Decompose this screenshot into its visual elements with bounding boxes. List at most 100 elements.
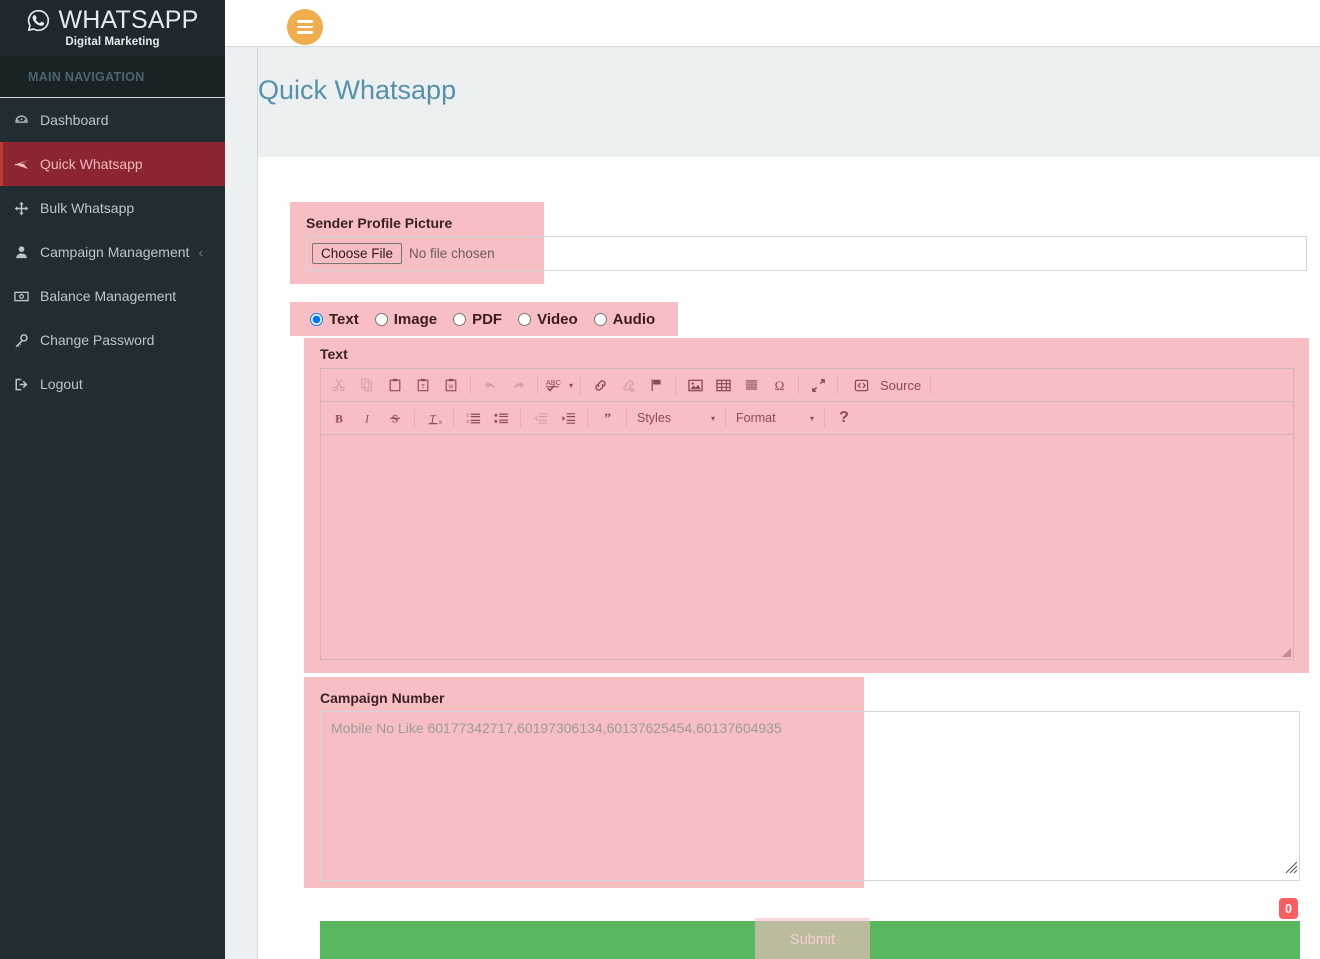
toolbar-separator <box>470 376 471 394</box>
media-type-radio-audio[interactable] <box>593 312 607 326</box>
outdent-icon[interactable] <box>527 406 553 430</box>
paste-icon[interactable] <box>382 373 408 397</box>
media-type-label: Image <box>393 310 438 328</box>
spell-check-icon[interactable]: ABC ▾ <box>544 373 574 397</box>
indent-icon[interactable] <box>555 406 581 430</box>
media-type-radio-video[interactable] <box>518 312 532 326</box>
source-icon[interactable] <box>848 373 874 397</box>
chevron-down-icon[interactable]: ▾ <box>711 414 715 423</box>
text-editor-label: Text <box>320 346 348 362</box>
brand-subtitle: Digital Marketing <box>65 36 160 48</box>
styles-dropdown[interactable]: Styles ▾ <box>632 407 720 429</box>
money-icon <box>14 289 40 304</box>
choose-file-button[interactable]: Choose File <box>312 243 403 264</box>
toolbar-separator <box>453 409 454 427</box>
whatsapp-icon <box>26 8 51 33</box>
unlink-icon[interactable] <box>615 373 641 397</box>
sender-picture-file-input[interactable]: Choose File No file chosen <box>306 236 1307 271</box>
text-editor-section: Text T W ABC ▾ Ω Source B I S Tx 1 2” Styles ▾ Format… <box>306 338 1307 673</box>
media-type-radio-pdf[interactable] <box>453 312 467 326</box>
chevron-left-icon[interactable]: ‹ <box>199 245 213 260</box>
user-icon <box>14 245 40 260</box>
help-icon[interactable]: ? <box>831 406 857 430</box>
submit-button[interactable]: Submit <box>755 918 870 959</box>
bulleted-list-icon[interactable] <box>488 406 514 430</box>
counter-badge: 0 <box>1279 898 1298 919</box>
sidebar-item-campaign-management[interactable]: Campaign Management ‹ <box>0 230 225 274</box>
toolbar-separator <box>537 376 538 394</box>
table-icon[interactable] <box>710 373 736 397</box>
sidebar-item-quick-whatsapp[interactable]: Quick Whatsapp <box>0 142 225 186</box>
sidebar-item-label: Quick Whatsapp <box>40 156 143 172</box>
toolbar-separator <box>930 376 932 394</box>
toolbar-separator <box>824 409 825 427</box>
sidebar-item-label: Campaign Management <box>40 244 190 260</box>
media-type-radio-text[interactable] <box>310 312 323 326</box>
sidebar-item-change-password[interactable]: Change Password <box>0 318 225 362</box>
brand-logo[interactable]: WHATSAPP Digital Marketing <box>0 0 225 57</box>
media-type-option-text[interactable]: Text <box>310 311 359 328</box>
chevron-down-icon[interactable]: ▾ <box>810 414 814 423</box>
hamburger-icon[interactable] <box>287 9 323 45</box>
sidebar-item-label: Balance Management <box>40 288 177 304</box>
campaign-number-input[interactable] <box>320 711 1300 881</box>
topbar <box>225 0 1320 47</box>
sidebar-item-label: Change Password <box>40 332 155 348</box>
ckeditor-body[interactable] <box>321 435 1293 659</box>
media-type-radio-image[interactable] <box>374 312 388 326</box>
media-type-label: Audio <box>612 310 656 328</box>
media-type-option-video[interactable]: Video <box>518 311 578 328</box>
numbered-list-icon[interactable]: 12 <box>460 406 486 430</box>
sidebar-item-dashboard[interactable]: Dashboard <box>0 98 225 142</box>
remove-format-icon[interactable]: Tx <box>421 406 447 430</box>
maximize-icon[interactable] <box>805 373 831 397</box>
redo-icon[interactable] <box>505 373 531 397</box>
strikethrough-icon[interactable]: S <box>382 406 408 430</box>
brand-name: WHATSAPP <box>58 6 199 34</box>
chevron-down-icon[interactable]: ▾ <box>569 381 573 390</box>
link-icon[interactable] <box>587 373 613 397</box>
ckeditor: T W ABC ▾ Ω Source B I S Tx 1 2” Styles ▾ Format ▾? <box>320 368 1294 660</box>
source-label: Source <box>880 377 922 393</box>
brand-line: WHATSAPP <box>26 8 198 33</box>
media-type-option-pdf[interactable]: PDF <box>453 311 502 328</box>
media-type-label: Text <box>329 310 359 328</box>
special-char-icon[interactable]: Ω <box>766 373 792 397</box>
form-card: Sender Profile Picture Choose File No fi… <box>258 157 1320 959</box>
cut-icon[interactable] <box>326 373 352 397</box>
sidebar-nav: Dashboard Quick Whatsapp Bulk Whatsapp Camp… <box>0 98 225 406</box>
paste-from-word-icon[interactable]: W <box>438 373 464 397</box>
svg-text:B: B <box>335 413 343 425</box>
blockquote-icon[interactable]: ” <box>594 406 620 430</box>
media-type-label: PDF <box>472 310 503 328</box>
sidebar-item-balance-management[interactable]: Balance Management <box>0 274 225 318</box>
media-type-option-image[interactable]: Image <box>374 310 438 328</box>
key-icon <box>14 333 40 348</box>
sidebar-item-label: Logout <box>40 376 83 392</box>
main-content: Quick Whatsapp Sender Profile Picture Ch… <box>258 47 1320 959</box>
sidebar-item-label: Bulk Whatsapp <box>40 200 135 216</box>
arrows-move-icon <box>14 201 40 216</box>
image-icon[interactable] <box>682 373 708 397</box>
copy-icon[interactable] <box>354 373 380 397</box>
sidebar-item-logout[interactable]: Logout <box>0 362 225 406</box>
toolbar-separator <box>725 409 726 427</box>
svg-text:W: W <box>449 385 454 391</box>
bold-icon[interactable]: B <box>326 406 352 430</box>
italic-icon[interactable]: I <box>354 406 380 430</box>
horizontal-rule-icon[interactable] <box>738 373 764 397</box>
svg-text:T: T <box>421 384 425 391</box>
anchor-flag-icon[interactable] <box>643 373 669 397</box>
svg-text:S: S <box>392 413 398 425</box>
paste-as-text-icon[interactable]: T <box>410 373 436 397</box>
sign-out-icon <box>14 377 40 392</box>
source-button[interactable]: Source <box>843 373 925 397</box>
media-type-option-audio[interactable]: Audio <box>593 310 656 328</box>
sidebar-item-bulk-whatsapp[interactable]: Bulk Whatsapp <box>0 186 225 230</box>
ckeditor-resize-grip[interactable] <box>1282 648 1291 657</box>
undo-icon[interactable] <box>477 373 503 397</box>
toolbar-separator <box>837 376 838 394</box>
styles-dropdown-label: Styles <box>637 411 672 425</box>
svg-text:x: x <box>438 419 441 426</box>
format-dropdown[interactable]: Format ▾ <box>731 407 819 429</box>
